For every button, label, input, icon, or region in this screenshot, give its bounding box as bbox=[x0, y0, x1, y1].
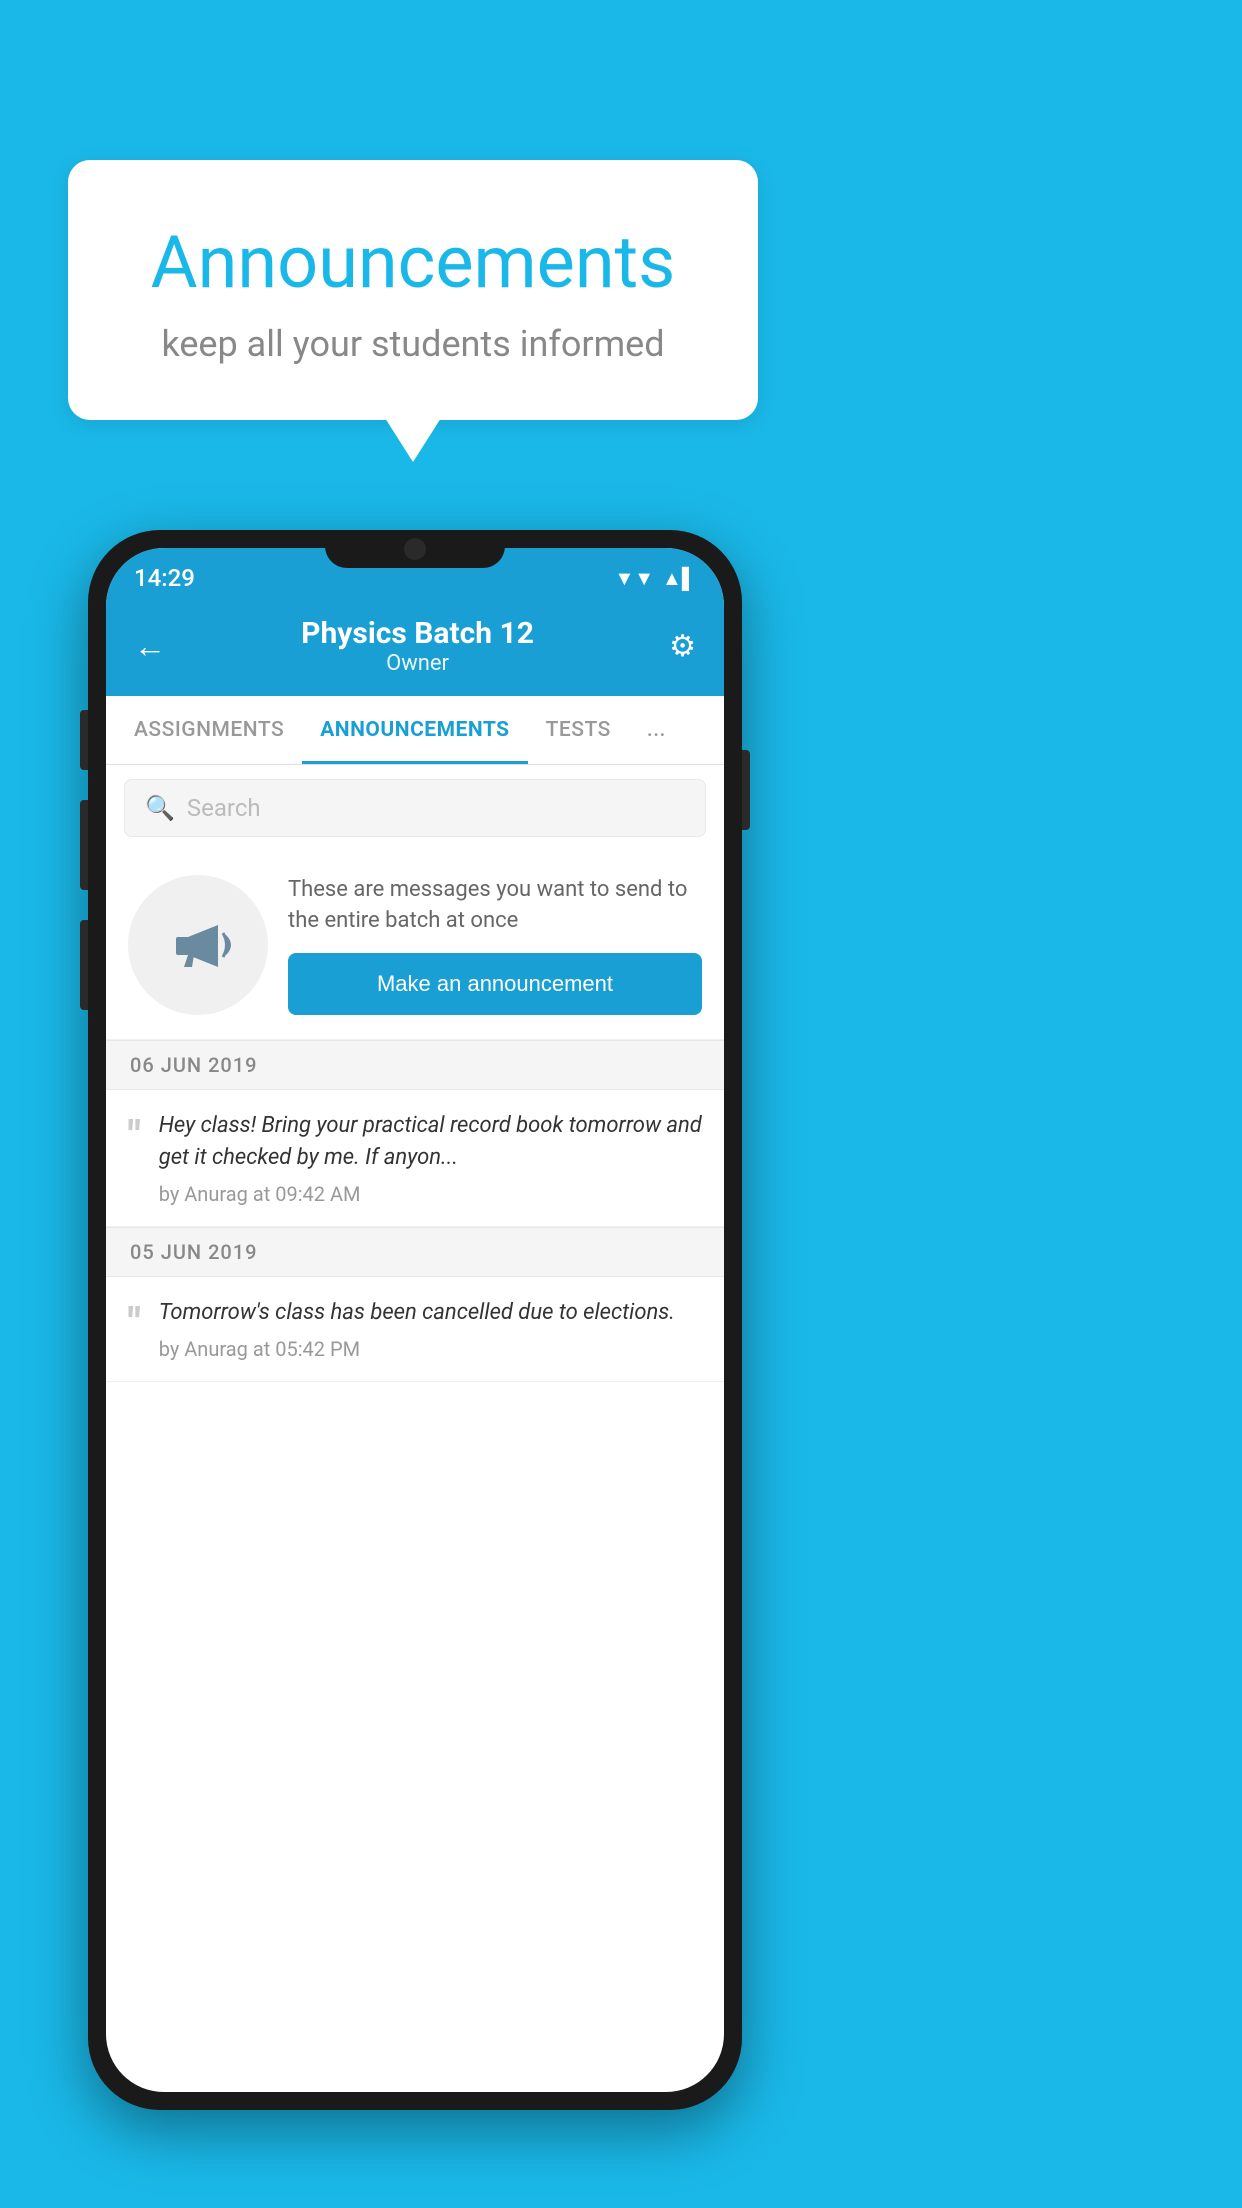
announcement-item-2: " Tomorrow's class has been cancelled du… bbox=[106, 1277, 724, 1382]
tab-assignments[interactable]: ASSIGNMENTS bbox=[116, 696, 302, 764]
signal-icon: ▲▌ bbox=[662, 566, 696, 591]
quote-icon-2: " bbox=[128, 1303, 141, 1343]
phone-btn-extra bbox=[80, 920, 88, 1010]
search-input[interactable]: Search bbox=[187, 794, 261, 822]
header-center: Physics Batch 12 Owner bbox=[166, 616, 669, 676]
tabs-container: ASSIGNMENTS ANNOUNCEMENTS TESTS ... bbox=[106, 696, 724, 765]
quote-icon-1: " bbox=[128, 1116, 141, 1156]
speech-bubble-container: Announcements keep all your students inf… bbox=[68, 160, 758, 420]
announcement-prompt: These are messages you want to send to t… bbox=[106, 851, 724, 1040]
announcement-meta-1: by Anurag at 09:42 AM bbox=[159, 1182, 702, 1206]
phone-screen: 14:29 ▼▼ ▲▌ ← Physics Batch 12 Owner ⚙ A… bbox=[106, 548, 724, 2092]
phone-mockup: 14:29 ▼▼ ▲▌ ← Physics Batch 12 Owner ⚙ A… bbox=[88, 530, 742, 2130]
date-separator-2: 05 JUN 2019 bbox=[106, 1227, 724, 1277]
search-icon: 🔍 bbox=[145, 794, 175, 822]
wifi-icon: ▼▼ bbox=[614, 566, 654, 591]
phone-btn-vol-up bbox=[80, 710, 88, 770]
announcement-icon-circle bbox=[128, 875, 268, 1015]
announcement-prompt-right: These are messages you want to send to t… bbox=[288, 875, 702, 1015]
header-subtitle: Owner bbox=[166, 651, 669, 676]
status-icons: ▼▼ ▲▌ bbox=[614, 566, 696, 591]
tab-tests[interactable]: TESTS bbox=[528, 696, 629, 764]
announcement-text-1: Hey class! Bring your practical record b… bbox=[159, 1110, 702, 1174]
announcement-meta-2: by Anurag at 05:42 PM bbox=[159, 1337, 702, 1361]
phone-notch bbox=[325, 530, 505, 568]
phone-camera bbox=[404, 538, 426, 560]
speech-bubble: Announcements keep all your students inf… bbox=[68, 160, 758, 420]
speech-bubble-subtitle: keep all your students informed bbox=[108, 323, 718, 365]
status-time: 14:29 bbox=[134, 564, 195, 592]
announcement-content-1: Hey class! Bring your practical record b… bbox=[159, 1110, 702, 1206]
announcement-text-2: Tomorrow's class has been cancelled due … bbox=[159, 1297, 702, 1329]
gear-icon[interactable]: ⚙ bbox=[669, 629, 696, 664]
make-announcement-button[interactable]: Make an announcement bbox=[288, 953, 702, 1015]
announcement-content-2: Tomorrow's class has been cancelled due … bbox=[159, 1297, 702, 1361]
announcement-item-1: " Hey class! Bring your practical record… bbox=[106, 1090, 724, 1227]
phone-btn-vol-down bbox=[80, 800, 88, 890]
tab-announcements[interactable]: ANNOUNCEMENTS bbox=[302, 696, 527, 764]
megaphone-icon bbox=[158, 905, 238, 985]
date-separator-1: 06 JUN 2019 bbox=[106, 1040, 724, 1090]
search-box[interactable]: 🔍 Search bbox=[124, 779, 706, 837]
back-button[interactable]: ← bbox=[134, 627, 166, 665]
search-container: 🔍 Search bbox=[106, 765, 724, 851]
speech-bubble-title: Announcements bbox=[108, 220, 718, 305]
tab-more[interactable]: ... bbox=[629, 696, 684, 764]
phone-btn-power bbox=[742, 750, 750, 830]
app-header: ← Physics Batch 12 Owner ⚙ bbox=[106, 600, 724, 696]
header-title: Physics Batch 12 bbox=[166, 616, 669, 651]
announcement-prompt-description: These are messages you want to send to t… bbox=[288, 875, 702, 937]
